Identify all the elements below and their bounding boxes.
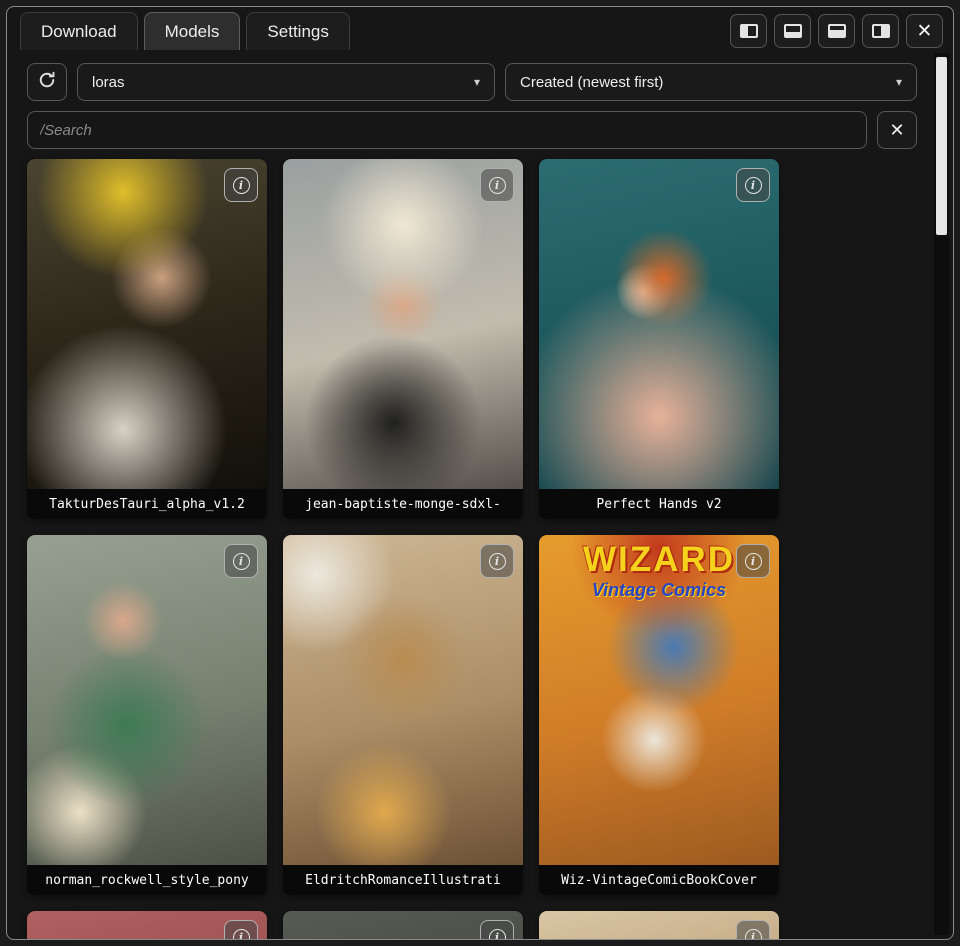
tab-models[interactable]: Models	[144, 12, 241, 50]
info-icon: i	[745, 929, 762, 940]
layout-dock-bottom-button[interactable]	[774, 14, 811, 48]
search-row: ✕	[27, 111, 953, 149]
tab-settings[interactable]: Settings	[246, 12, 349, 50]
tab-download[interactable]: Download	[20, 12, 138, 50]
scrollbar-thumb[interactable]	[936, 57, 947, 235]
model-info-button[interactable]: i	[480, 920, 514, 939]
model-thumbnail	[27, 535, 267, 865]
tab-bar: Download Models Settings ✕	[7, 7, 953, 50]
thumbnail-overlay-subtitle: Vintage Comics	[539, 580, 779, 601]
tab-settings-label: Settings	[267, 22, 328, 42]
model-name-label: Perfect Hands v2	[539, 489, 779, 519]
info-icon: i	[489, 553, 506, 570]
search-input[interactable]	[27, 111, 867, 149]
model-thumbnail: WIZARD Vintage Comics	[539, 535, 779, 865]
chevron-down-icon: ▾	[886, 75, 902, 89]
model-card[interactable]: i EldritchRomanceIllustrati	[283, 535, 523, 895]
model-name-label: TakturDesTauri_alpha_v1.2	[27, 489, 267, 519]
info-icon: i	[489, 177, 506, 194]
models-content: loras ▾ Created (newest first) ▾ ✕ i Tak…	[7, 50, 953, 939]
sort-select[interactable]: Created (newest first) ▾	[505, 63, 917, 101]
info-icon: i	[745, 553, 762, 570]
model-info-button[interactable]: i	[224, 544, 258, 578]
layout-split-left-button[interactable]	[730, 14, 767, 48]
toolbar: loras ▾ Created (newest first) ▾	[27, 63, 953, 101]
model-info-button[interactable]: i	[736, 168, 770, 202]
model-card[interactable]: i	[283, 911, 523, 939]
scrollbar-track[interactable]	[934, 53, 949, 935]
model-card[interactable]: i	[539, 911, 779, 939]
model-info-button[interactable]: i	[736, 544, 770, 578]
layout-split-right-icon	[872, 24, 890, 38]
model-card[interactable]: i Perfect Hands v2	[539, 159, 779, 519]
tab-models-label: Models	[165, 22, 220, 42]
clear-search-button[interactable]: ✕	[877, 111, 917, 149]
models-panel: Download Models Settings ✕	[6, 6, 954, 940]
layout-split-left-icon	[740, 24, 758, 38]
model-thumbnail	[283, 535, 523, 865]
model-info-button[interactable]: i	[736, 920, 770, 939]
model-card[interactable]: i norman_rockwell_style_pony	[27, 535, 267, 895]
model-thumbnail	[27, 159, 267, 489]
chevron-down-icon: ▾	[464, 75, 480, 89]
close-icon: ✕	[917, 20, 933, 43]
close-button[interactable]: ✕	[906, 14, 943, 48]
info-icon: i	[233, 553, 250, 570]
model-name-label: EldritchRomanceIllustrati	[283, 865, 523, 895]
clear-icon: ✕	[889, 120, 904, 141]
model-card[interactable]: i TakturDesTauri_alpha_v1.2	[27, 159, 267, 519]
model-thumbnail	[283, 159, 523, 489]
model-card[interactable]: i	[27, 911, 267, 939]
model-card[interactable]: i jean-baptiste-monge-sdxl-	[283, 159, 523, 519]
model-name-label: Wiz-VintageComicBookCover	[539, 865, 779, 895]
refresh-icon	[37, 70, 57, 95]
info-icon: i	[489, 929, 506, 940]
info-icon: i	[233, 929, 250, 940]
model-card[interactable]: WIZARD Vintage Comics i Wiz-VintageComic…	[539, 535, 779, 895]
model-info-button[interactable]: i	[224, 168, 258, 202]
info-icon: i	[233, 177, 250, 194]
model-type-select[interactable]: loras ▾	[77, 63, 495, 101]
model-grid: i TakturDesTauri_alpha_v1.2 i jean-bapti…	[27, 159, 779, 939]
layout-dock-bottom-wide-button[interactable]	[818, 14, 855, 48]
model-info-button[interactable]: i	[480, 544, 514, 578]
model-info-button[interactable]: i	[480, 168, 514, 202]
layout-dock-bottom-icon	[784, 24, 802, 38]
window-controls: ✕	[730, 14, 943, 48]
info-icon: i	[745, 177, 762, 194]
model-name-label: norman_rockwell_style_pony	[27, 865, 267, 895]
model-info-button[interactable]: i	[224, 920, 258, 939]
sort-value: Created (newest first)	[520, 74, 663, 91]
model-thumbnail	[539, 159, 779, 489]
model-name-label: jean-baptiste-monge-sdxl-	[283, 489, 523, 519]
layout-dock-bottom-wide-icon	[828, 24, 846, 38]
tab-download-label: Download	[41, 22, 117, 42]
refresh-button[interactable]	[27, 63, 67, 101]
model-type-value: loras	[92, 74, 125, 91]
layout-split-right-button[interactable]	[862, 14, 899, 48]
